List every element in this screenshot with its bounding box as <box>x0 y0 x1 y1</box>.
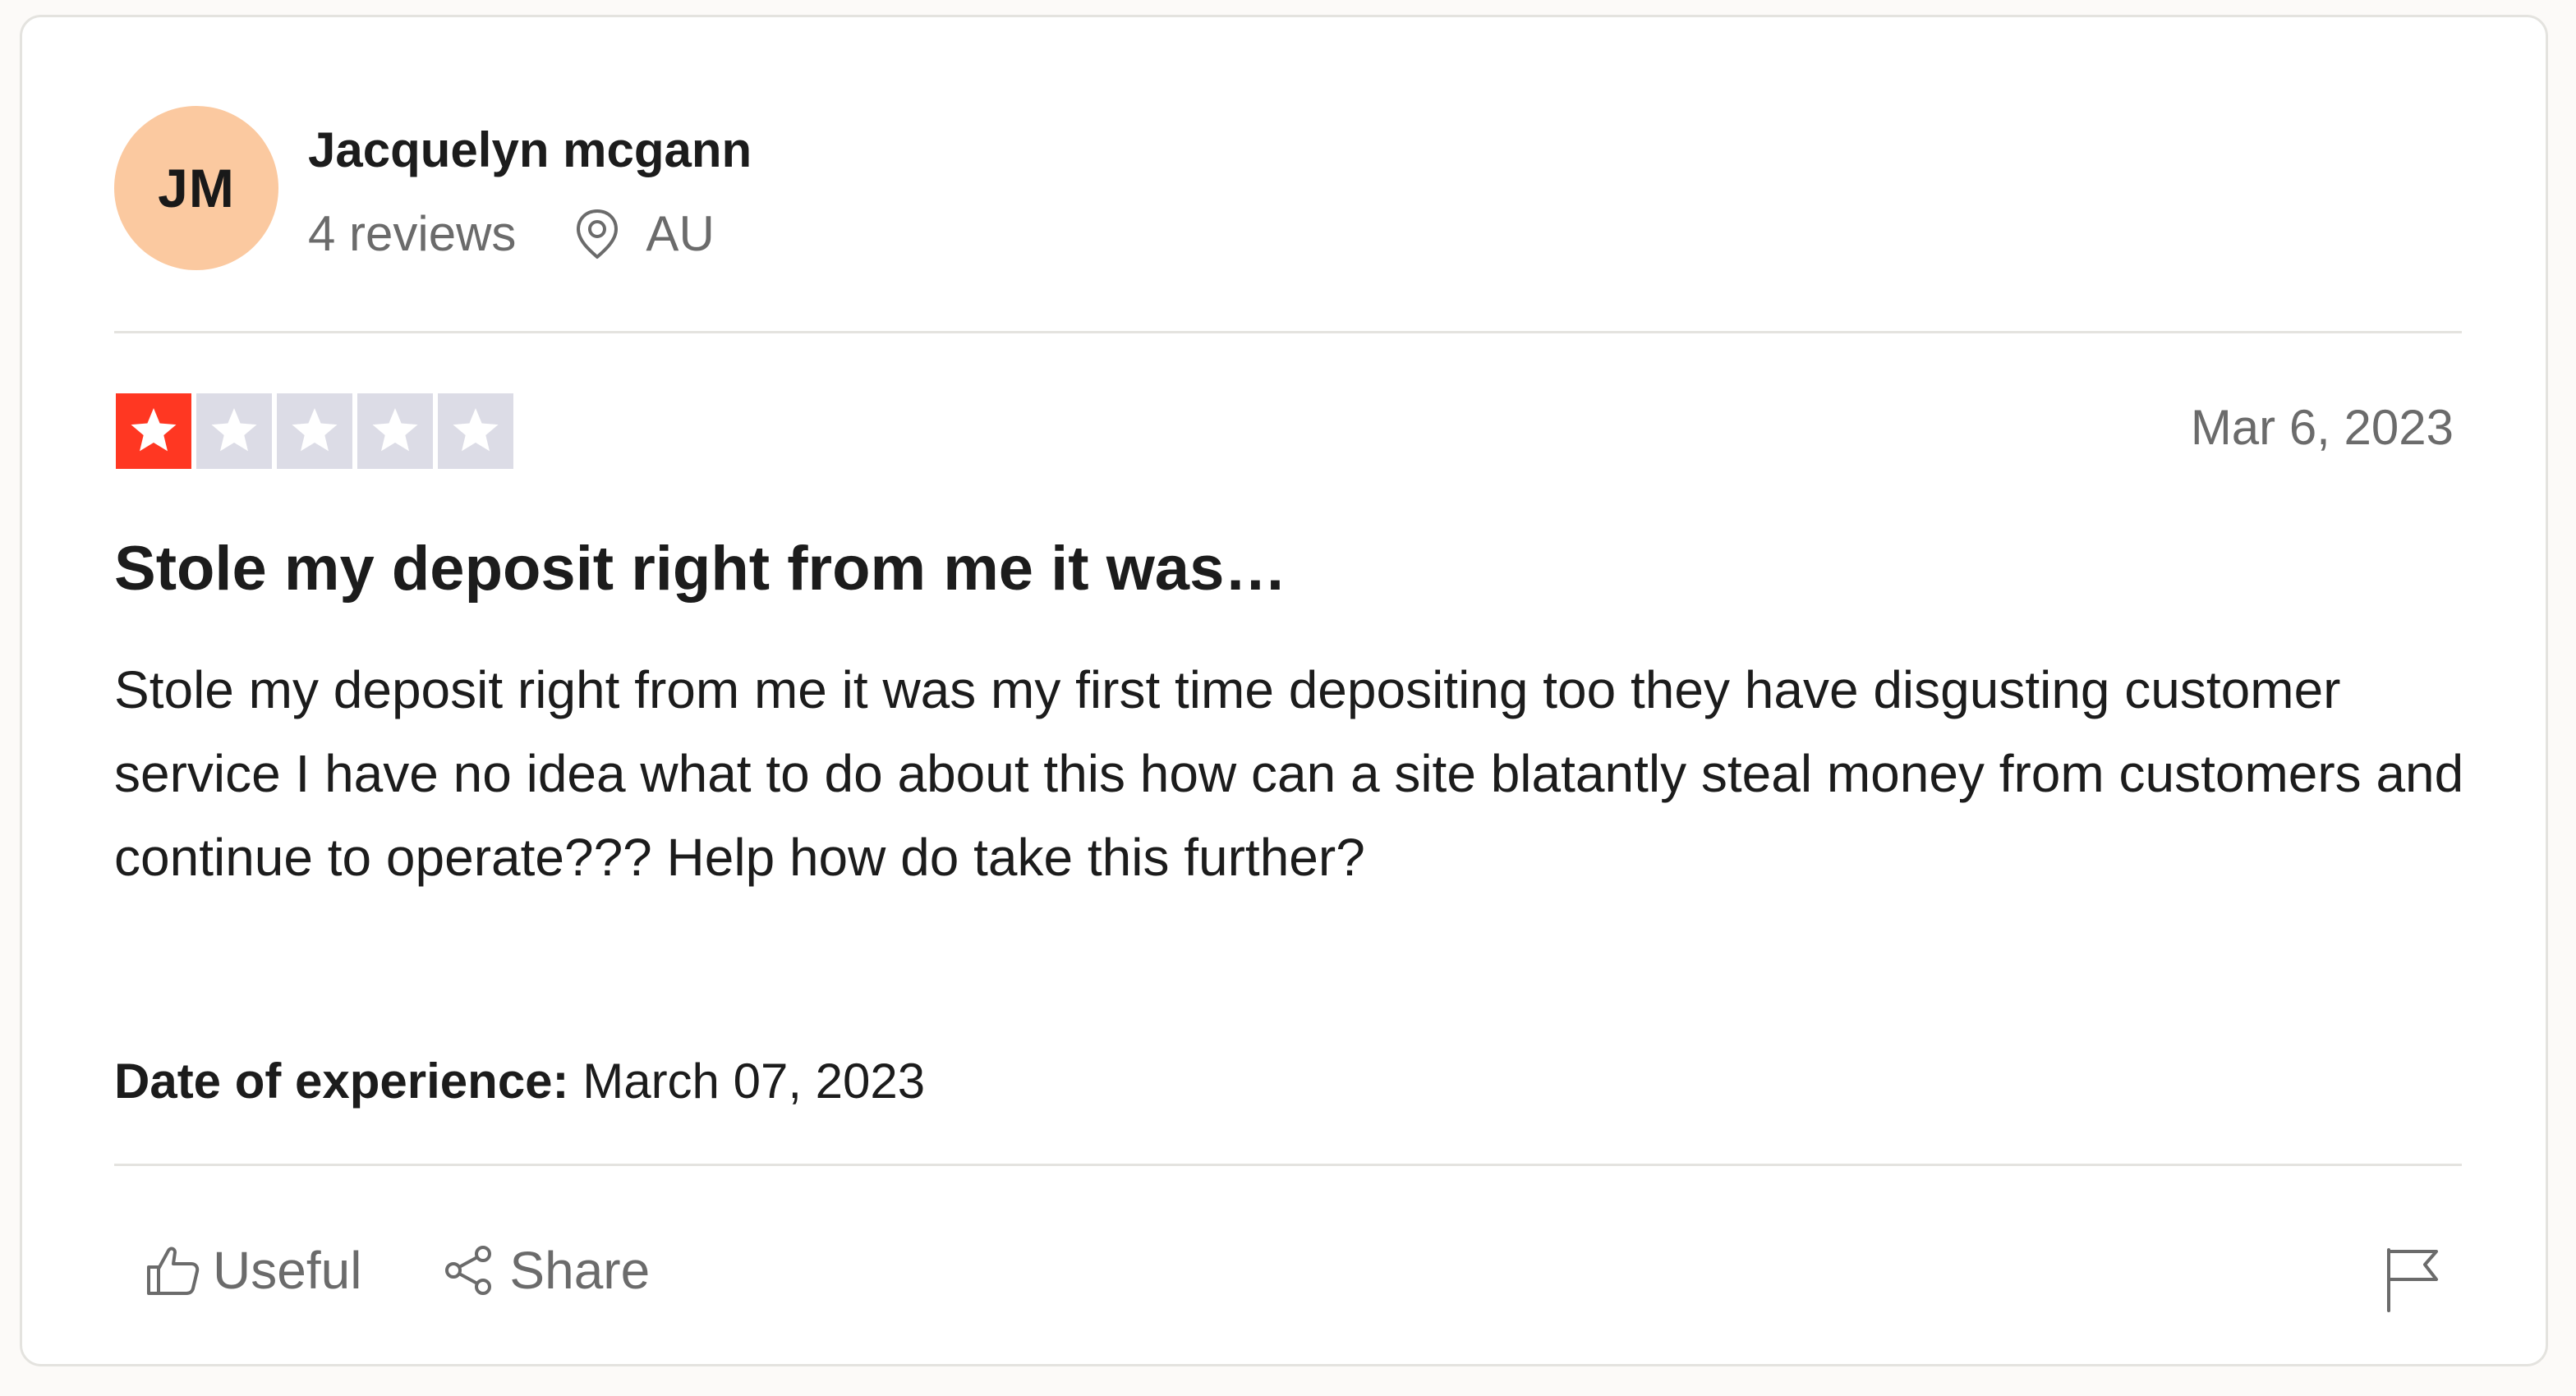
review-body: Stole my deposit right from me it was my… <box>114 660 2464 887</box>
reviews-count: 4 reviews <box>308 206 517 261</box>
date-of-experience: Date of experience: March 07, 2023 <box>114 1057 925 1106</box>
reviewer-header: JM Jacquelyn mcgann 4 reviews AU <box>114 106 752 270</box>
star-empty-icon <box>277 393 352 469</box>
reviewer-country: AU <box>646 206 715 261</box>
star-empty-icon <box>438 393 513 469</box>
reviewer-info: Jacquelyn mcgann 4 reviews AU <box>308 106 752 260</box>
flag-icon <box>2387 1248 2438 1312</box>
useful-button[interactable]: Useful <box>145 1244 361 1297</box>
share-button[interactable]: Share <box>442 1244 650 1297</box>
useful-label: Useful <box>213 1241 362 1300</box>
star-rating <box>116 393 518 469</box>
review-actions: Useful Share <box>145 1244 650 1297</box>
thumbs-up-icon <box>147 1247 200 1295</box>
star-empty-icon <box>357 393 433 469</box>
experience-date: March 07, 2023 <box>582 1054 926 1109</box>
divider <box>114 1164 2462 1166</box>
reviewer-name[interactable]: Jacquelyn mcgann <box>308 126 752 175</box>
report-flag-button[interactable] <box>2380 1244 2445 1315</box>
review-title[interactable]: Stole my deposit right from me it was… <box>114 538 1286 600</box>
star-empty-icon <box>196 393 272 469</box>
share-icon <box>445 1246 492 1295</box>
experience-label: Date of experience: <box>114 1054 569 1109</box>
share-label: Share <box>509 1241 651 1300</box>
divider <box>114 331 2462 333</box>
reviewer-meta: 4 reviews AU <box>308 208 752 260</box>
review-card: JM Jacquelyn mcgann 4 reviews AU Mar 6, … <box>20 15 2548 1366</box>
star-filled-icon <box>116 393 191 469</box>
location-pin-icon <box>573 208 621 260</box>
review-date: Mar 6, 2023 <box>2190 400 2454 455</box>
avatar[interactable]: JM <box>114 106 278 270</box>
